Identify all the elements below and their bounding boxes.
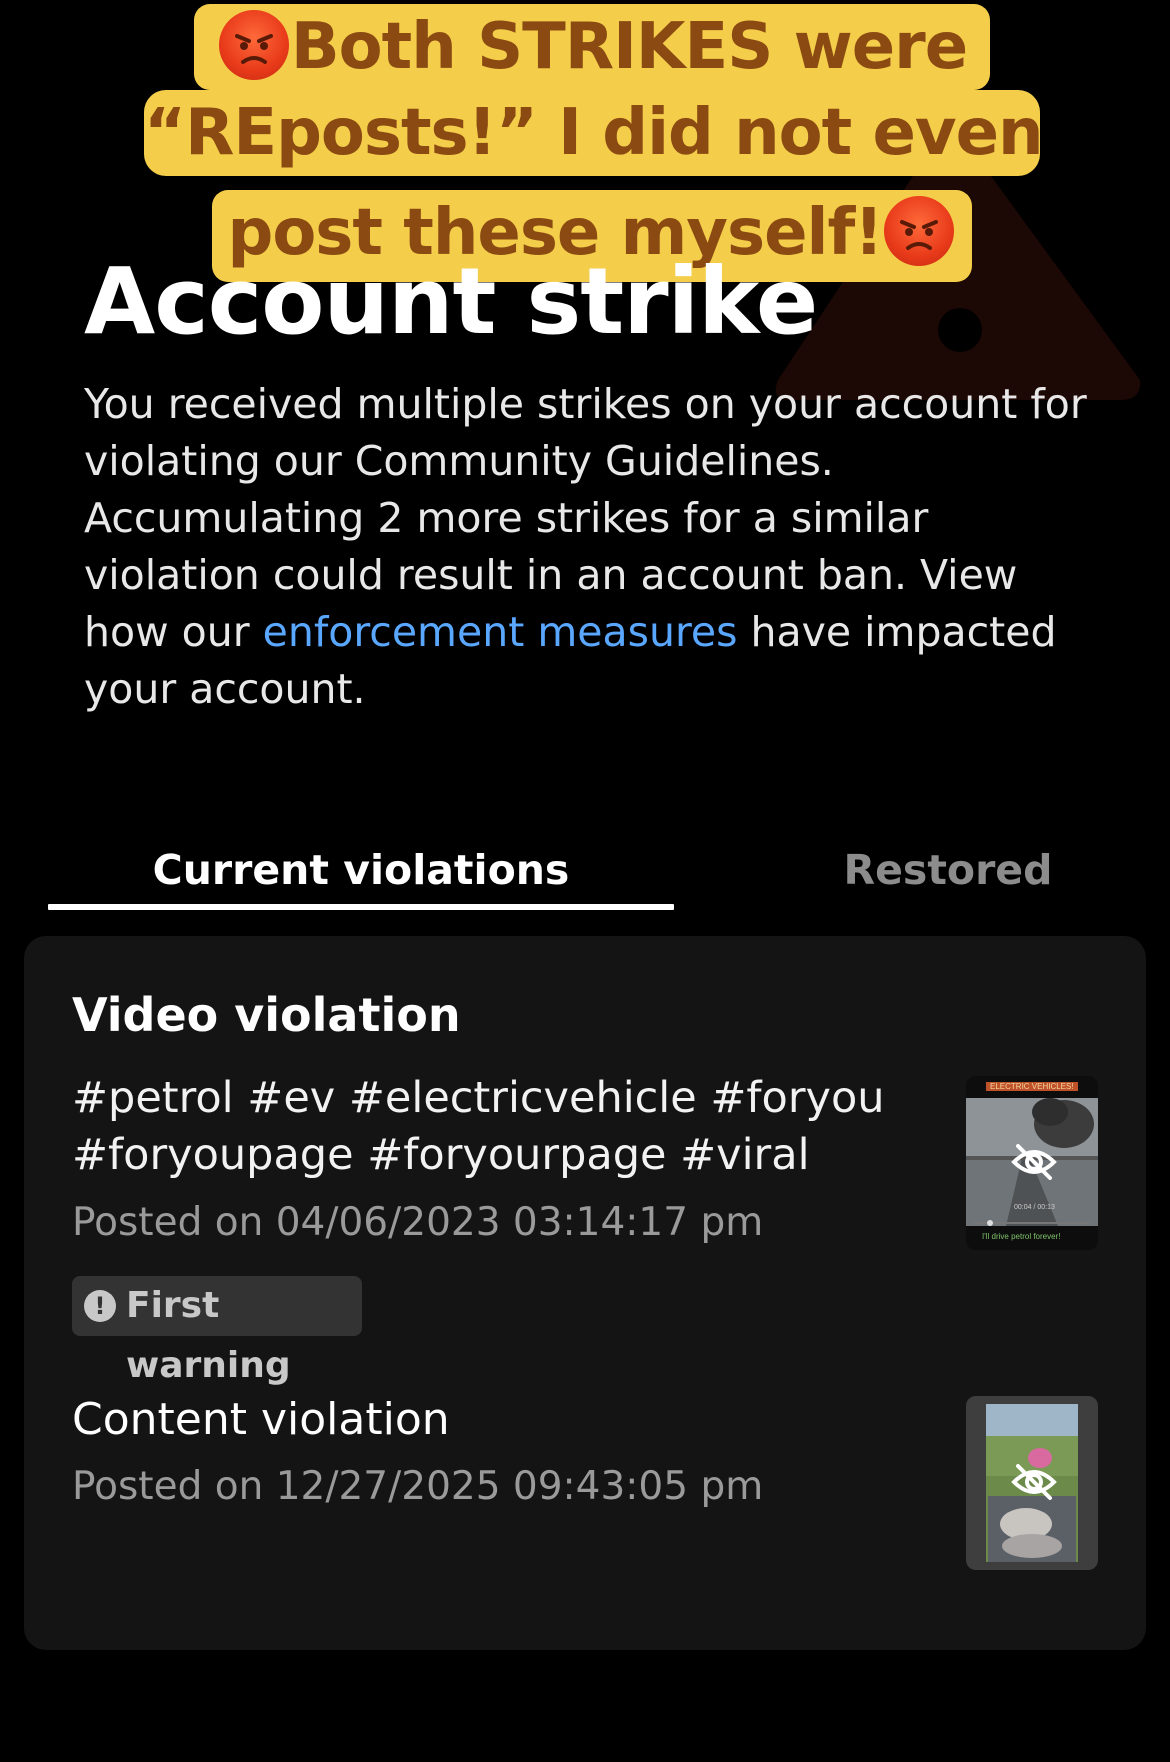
content-thumbnail[interactable] [966, 1396, 1098, 1570]
video-thumbnail[interactable]: ELECTRIC VEHICLES! 00:04 / 00:13 I'll dr… [966, 1076, 1098, 1250]
active-tab-indicator [48, 904, 674, 910]
angry-face-icon [218, 10, 289, 80]
caption-overlay: Both STRIKES were “REposts!” I did not e… [0, 0, 1170, 290]
angry-face-icon [884, 196, 955, 266]
eye-off-icon [1011, 1144, 1057, 1180]
violation-posted-date: Posted on 04/06/2023 03:14:17 pm [72, 1200, 764, 1245]
thumbnail-caption-top: ELECTRIC VEHICLES! [986, 1082, 1078, 1091]
violation-tabs: Current violations Restored [48, 840, 1128, 912]
status-badge-label: First warning [126, 1285, 291, 1386]
violation-video-caption[interactable]: #petrol #ev #electricvehicle #foryou #fo… [72, 1070, 892, 1184]
thumbnail-caption-bottom: I'll drive petrol forever! [982, 1232, 1061, 1241]
section-title: Video violation [72, 988, 461, 1042]
tab-restored[interactable]: Restored [748, 840, 1148, 912]
caption-line-1: Both STRIKES were [194, 4, 990, 90]
caption-line-1-text: Both STRIKES were [290, 10, 968, 84]
eye-off-icon [1011, 1464, 1057, 1500]
page-title: Account strike [84, 248, 818, 355]
caption-line-2: “REposts!” I did not even [144, 90, 1044, 176]
content-violation-title[interactable]: Content violation [72, 1394, 450, 1445]
status-badge: ! First warning [72, 1276, 362, 1386]
strike-description: You received multiple strikes on your ac… [84, 376, 1094, 718]
screen: Both STRIKES were “REposts!” I did not e… [0, 0, 1170, 1762]
tab-current-violations[interactable]: Current violations [48, 840, 674, 912]
violations-card: Video violation #petrol #ev #electricveh… [24, 936, 1146, 1650]
exclamation-icon: ! [84, 1290, 116, 1322]
enforcement-measures-link[interactable]: enforcement measures [263, 608, 738, 656]
content-violation-posted-date: Posted on 12/27/2025 09:43:05 pm [72, 1464, 764, 1509]
thumbnail-time: 00:04 / 00:13 [1014, 1204, 1055, 1211]
